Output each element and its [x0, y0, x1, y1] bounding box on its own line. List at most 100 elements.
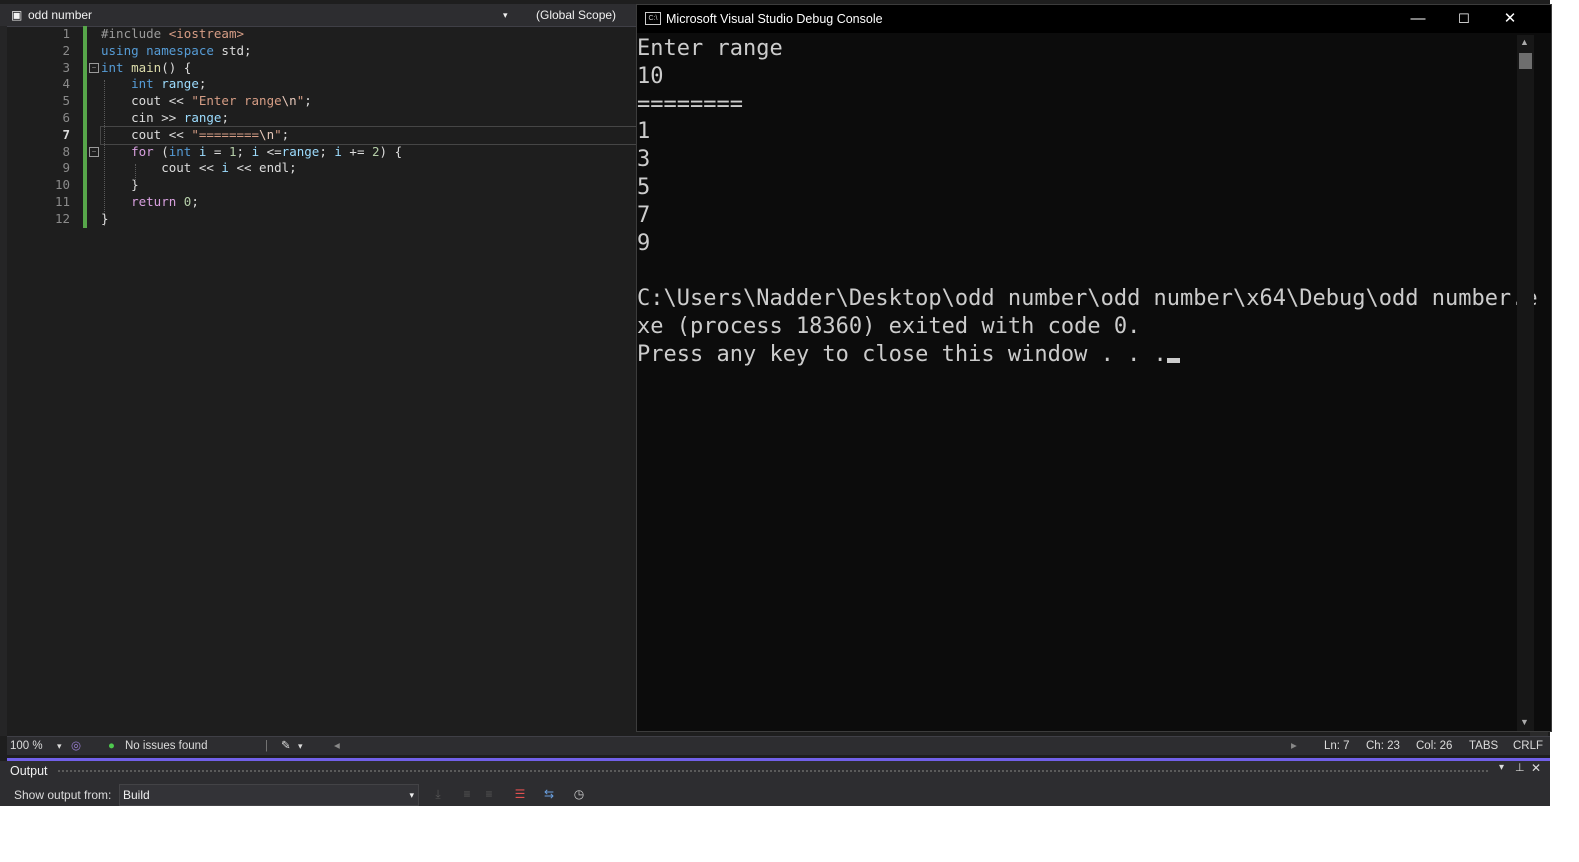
- code-line: int range;: [131, 76, 207, 92]
- chevron-down-icon[interactable]: ▾: [1499, 762, 1504, 773]
- console-line-text: C:\Users\Nadder\Desktop\odd number\odd n…: [637, 286, 1538, 312]
- collapse-icon[interactable]: −: [89, 147, 99, 157]
- scroll-down-icon[interactable]: ▼: [1520, 717, 1529, 727]
- previous-message-icon[interactable]: ≡: [459, 786, 475, 802]
- code-line-current: cout << "========\n";: [100, 125, 637, 145]
- line-indicator[interactable]: Ln: 7: [1324, 737, 1350, 755]
- brush-icon[interactable]: ✎: [281, 737, 291, 755]
- console-line-text: 3: [637, 147, 651, 173]
- left-margin: [0, 26, 7, 736]
- output-title: Output: [10, 764, 48, 778]
- console-line: Enter range: [637, 35, 1517, 63]
- console-titlebar[interactable]: C:\ Microsoft Visual Studio Debug Consol…: [637, 5, 1551, 33]
- collapse-icon[interactable]: −: [89, 63, 99, 73]
- indent-mode[interactable]: TABS: [1469, 737, 1498, 755]
- char-indicator[interactable]: Ch: 23: [1366, 737, 1400, 755]
- console-line: 3: [637, 146, 1517, 174]
- scroll-up-icon[interactable]: ▲: [1520, 37, 1529, 47]
- file-icon: ▣: [11, 8, 23, 22]
- chevron-down-icon[interactable]: ▾: [503, 4, 508, 26]
- navigation-bar: ▣ odd number ▾ (Global Scope): [0, 4, 636, 27]
- check-circle-icon: ●: [108, 740, 115, 752]
- clock-icon[interactable]: ◷: [571, 786, 587, 802]
- line-number: 1: [62, 26, 70, 41]
- scroll-thumb[interactable]: [1519, 53, 1532, 69]
- output-source-value: Build: [123, 788, 150, 802]
- output-source-select[interactable]: Build ▾: [119, 784, 419, 806]
- issues-status[interactable]: No issues found: [125, 737, 207, 755]
- console-line-text: 5: [637, 174, 651, 200]
- console-line: 7: [637, 202, 1517, 230]
- zoom-level[interactable]: 100 %: [10, 737, 43, 755]
- console-line: ========: [637, 91, 1517, 119]
- line-number: 2: [62, 42, 70, 58]
- line-number: 5: [62, 93, 70, 109]
- console-line-text: xe (process 18360) exited with code 0.: [637, 313, 1141, 339]
- line-number: 3: [62, 59, 70, 75]
- code-line: }: [101, 210, 109, 226]
- code-line: #include <iostream>: [101, 26, 245, 41]
- word-wrap-icon[interactable]: ⇆: [541, 786, 557, 802]
- project-dropdown[interactable]: odd number: [28, 4, 92, 26]
- console-line: 10: [637, 63, 1517, 91]
- scope-dropdown[interactable]: (Global Scope): [536, 4, 616, 26]
- minimize-icon[interactable]: —: [1395, 5, 1441, 33]
- pin-icon[interactable]: ⊥: [1515, 761, 1525, 774]
- console-line: xe (process 18360) exited with code 0.: [637, 313, 1517, 341]
- line-number: 6: [62, 109, 70, 125]
- console-line-text: Enter range: [637, 36, 783, 61]
- code-line: cin >> range;: [101, 109, 229, 125]
- line-number: 8: [62, 143, 70, 159]
- console-app-icon: C:\: [645, 12, 661, 25]
- console-line: 5: [637, 174, 1517, 202]
- line-number: 9: [62, 160, 70, 176]
- console-line: 9: [637, 230, 1517, 258]
- console-line-text: 10: [637, 63, 664, 89]
- code-line: }: [101, 177, 139, 193]
- output-panel: Output ▾ ⊥ ✕ Show output from: Build ▾ ⤓…: [0, 761, 1550, 806]
- line-ending[interactable]: CRLF: [1513, 737, 1543, 755]
- title-drag-grip[interactable]: [58, 770, 1488, 773]
- close-icon[interactable]: ✕: [1487, 5, 1533, 33]
- console-line-text: 7: [637, 202, 651, 228]
- code-text[interactable]: #include <iostream> using namespace std;…: [100, 26, 637, 228]
- code-line: cout << i << endl;: [101, 160, 297, 176]
- change-indicator: [83, 26, 87, 228]
- console-line-text: 9: [637, 230, 651, 256]
- next-message-icon[interactable]: ≡: [481, 786, 497, 802]
- debug-console-window[interactable]: C:\ Microsoft Visual Studio Debug Consol…: [636, 4, 1552, 732]
- console-line: 1: [637, 118, 1517, 146]
- line-number: 10: [54, 177, 70, 193]
- chevron-down-icon[interactable]: ▾: [298, 737, 303, 755]
- line-number: 4: [62, 76, 70, 92]
- console-line-text: Press any key to close this window . . .: [637, 341, 1167, 367]
- line-number: 7: [62, 126, 70, 142]
- divider: |: [265, 740, 268, 752]
- console-title: Microsoft Visual Studio Debug Console: [666, 12, 883, 26]
- find-message-icon[interactable]: ⤓: [430, 786, 446, 802]
- console-output: Enter range 10 ======== 1 3 5 7 9 C:\Users\Nadde…: [637, 35, 1538, 369]
- code-line: using namespace std;: [101, 42, 252, 58]
- line-numbers: 1 2 3 4 5 6 7 8 9 10 11 12: [24, 26, 70, 228]
- clear-all-icon[interactable]: ☰: [512, 786, 528, 802]
- column-indicator[interactable]: Col: 26: [1416, 737, 1452, 755]
- console-line-text: ========: [637, 91, 743, 117]
- code-line: cout << "Enter range\n";: [101, 93, 312, 109]
- health-icon[interactable]: ◎: [71, 737, 81, 755]
- console-line-text: 1: [637, 119, 651, 145]
- code-line: for (int i = 1; i <=range; i += 2) {: [131, 143, 403, 159]
- console-line: C:\Users\Nadder\Desktop\odd number\odd n…: [637, 285, 1538, 313]
- close-icon[interactable]: ✕: [1531, 761, 1541, 775]
- scroll-right-icon[interactable]: ▸: [1291, 737, 1297, 755]
- editor-status-bar: 100 % ▾ ◎ ● No issues found | ✎ ▾ ◂ ▸ Ln…: [7, 736, 1550, 755]
- show-output-label: Show output from:: [14, 788, 112, 802]
- chevron-down-icon[interactable]: ▾: [409, 785, 414, 805]
- console-cursor: [1166, 357, 1180, 363]
- maximize-icon[interactable]: ☐: [1441, 5, 1487, 33]
- code-line: return 0;: [131, 193, 199, 209]
- line-number: 11: [54, 193, 70, 209]
- chevron-down-icon[interactable]: ▾: [57, 737, 62, 755]
- scroll-left-icon[interactable]: ◂: [334, 737, 340, 755]
- console-scrollbar[interactable]: ▲ ▼: [1517, 35, 1534, 731]
